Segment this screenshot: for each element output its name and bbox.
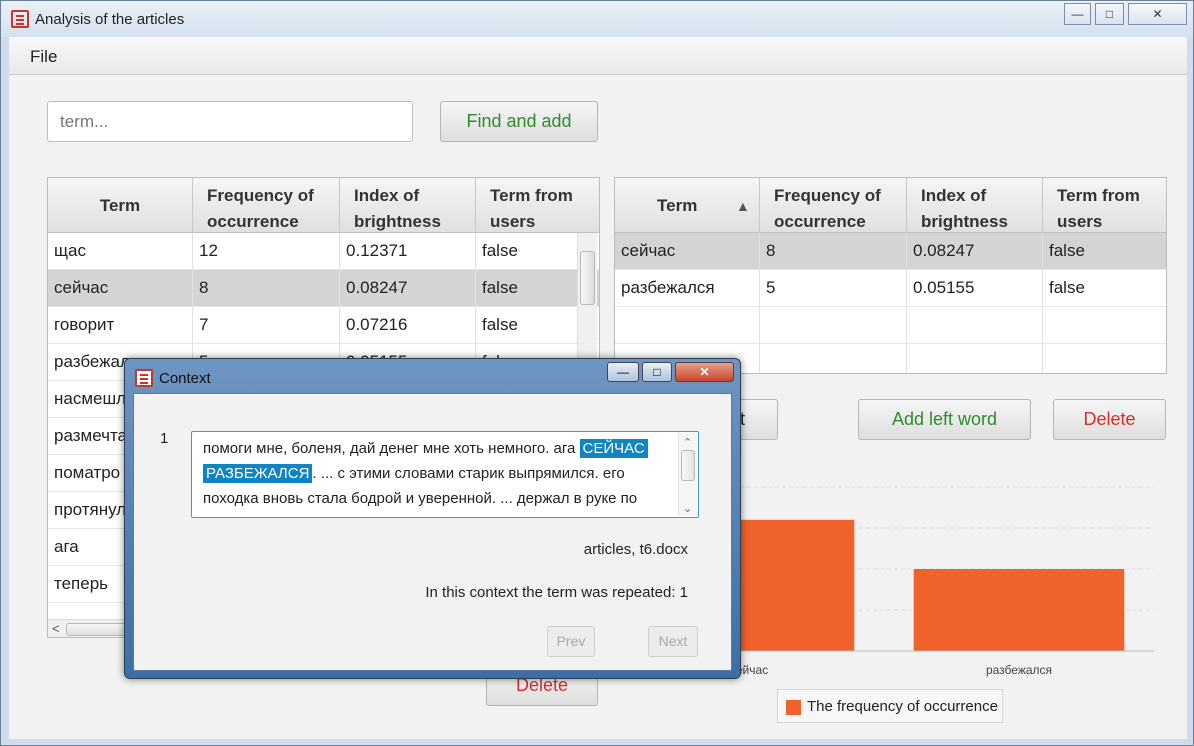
right-table-row[interactable]: сейчас 8 0.08247 false [615, 233, 1166, 270]
right-cell: 0.08247 [907, 233, 1043, 270]
right-header-frequency[interactable]: Frequency of occurrence [760, 178, 907, 233]
right-cell [907, 307, 1043, 344]
left-header-user-term[interactable]: Term from users [476, 178, 599, 233]
dialog-edit-icon [135, 369, 153, 387]
right-cell: разбежался [615, 270, 760, 307]
right-cell [760, 344, 907, 373]
highlight-term-1: СЕЙЧАС [579, 439, 648, 458]
right-terms-table: Term ▲ Frequency of occurrence Index of … [614, 177, 1167, 374]
context-text-area[interactable]: помоги мне, боленя, дай денег мне хоть н… [191, 431, 699, 518]
right-table-row[interactable] [615, 307, 1166, 344]
left-cell: 8 [193, 270, 340, 307]
context-index: 1 [160, 430, 169, 447]
left-table-row[interactable]: щас 12 0.12371 false [48, 233, 599, 270]
right-cell: сейчас [615, 233, 760, 270]
left-cell: 0.12371 [340, 233, 476, 270]
search-input[interactable] [47, 101, 413, 142]
scroll-down-arrow-icon[interactable]: ⌄ [683, 497, 692, 517]
left-table-row[interactable]: говорит 7 0.07216 false [48, 307, 599, 344]
dialog-close-button[interactable]: ✕ [675, 362, 734, 382]
right-header-term-label: Term [657, 196, 698, 215]
dialog-maximize-button[interactable]: □ [642, 362, 672, 382]
maximize-button[interactable]: □ [1095, 3, 1124, 25]
menu-bar: File [9, 37, 1187, 75]
left-cell: говорит [48, 307, 193, 344]
prev-button[interactable]: Prev [547, 626, 595, 657]
close-button[interactable]: ✕ [1128, 3, 1187, 25]
app-edit-icon [11, 10, 29, 28]
dialog-body: 1 помоги мне, боленя, дай денег мне хоть… [133, 393, 732, 671]
context-dialog: Context — □ ✕ 1 помоги мне, боленя, дай … [124, 358, 741, 679]
left-table-scroll-thumb[interactable] [580, 251, 595, 305]
left-header-term[interactable]: Term [48, 178, 193, 233]
dialog-title: Context [159, 370, 211, 387]
right-delete-button[interactable]: Delete [1053, 399, 1166, 440]
right-cell [1043, 307, 1166, 344]
sort-ascending-icon: ▲ [736, 198, 750, 214]
find-and-add-button[interactable]: Find and add [440, 101, 598, 142]
right-header-user-term[interactable]: Term from users [1043, 178, 1166, 233]
left-cell: сейчас [48, 270, 193, 307]
left-cell: 12 [193, 233, 340, 270]
context-scroll-thumb[interactable] [681, 450, 695, 481]
context-source: articles, t6.docx [583, 541, 688, 558]
chart-legend: The frequency of occurrence [777, 689, 1003, 723]
context-vscrollbar[interactable]: ⌃ ⌄ [678, 433, 697, 516]
left-header-frequency[interactable]: Frequency of occurrence [193, 178, 340, 233]
right-table-row[interactable]: разбежался 5 0.05155 false [615, 270, 1166, 307]
right-cell: false [1043, 233, 1166, 270]
menu-file[interactable]: File [30, 47, 57, 67]
right-cell [907, 344, 1043, 373]
chart-x-tick-label: разбежался [986, 663, 1052, 677]
left-cell: щас [48, 233, 193, 270]
right-cell: false [1043, 270, 1166, 307]
legend-swatch [786, 700, 801, 715]
left-table-header: Term Frequency of occurrence Index of br… [48, 178, 599, 233]
next-button[interactable]: Next [648, 626, 698, 657]
left-cell: 7 [193, 307, 340, 344]
left-header-brightness[interactable]: Index of brightness [340, 178, 476, 233]
highlight-term-2: РАЗБЕЖАЛСЯ [203, 464, 313, 483]
minimize-button[interactable]: — [1064, 3, 1091, 25]
right-cell [1043, 344, 1166, 373]
context-repeat-count: In this context the term was repeated: 1 [425, 584, 688, 601]
right-cell: 5 [760, 270, 907, 307]
title-bar: Analysis of the articles — □ ✕ [1, 1, 1193, 37]
right-cell [760, 307, 907, 344]
left-cell: 0.07216 [340, 307, 476, 344]
right-header-term[interactable]: Term ▲ [615, 178, 760, 233]
right-header-brightness[interactable]: Index of brightness [907, 178, 1043, 233]
add-left-word-button[interactable]: Add left word [858, 399, 1031, 440]
scroll-left-arrow-icon[interactable]: < [52, 621, 60, 636]
right-table-header: Term ▲ Frequency of occurrence Index of … [615, 178, 1166, 233]
context-text-before: помоги мне, боленя, дай денег мне хоть н… [203, 440, 580, 457]
right-cell: 0.05155 [907, 270, 1043, 307]
window-title: Analysis of the articles [35, 11, 185, 28]
dialog-minimize-button[interactable]: — [607, 362, 639, 382]
legend-label: The frequency of occurrence [807, 698, 998, 715]
right-cell [615, 307, 760, 344]
left-cell: 0.08247 [340, 270, 476, 307]
left-table-row[interactable]: сейчас 8 0.08247 false [48, 270, 599, 307]
right-cell: 8 [760, 233, 907, 270]
chart-bar [913, 569, 1125, 651]
